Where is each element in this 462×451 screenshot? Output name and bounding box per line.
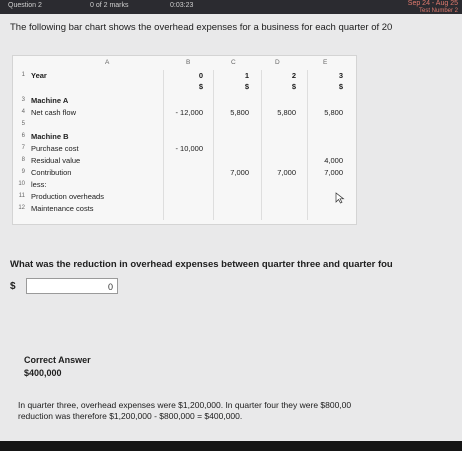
table-row: 12 Maintenance costs — [13, 203, 356, 215]
date-range: Sep 24 - Aug 25 — [407, 0, 458, 7]
table-row: $ $ $ $ — [13, 81, 356, 93]
table-row: 6 Machine B — [13, 131, 356, 143]
table-cell: 5,800 — [277, 108, 296, 117]
table-cell: 4,000 — [324, 156, 343, 165]
table-cell: $ — [198, 82, 203, 91]
table-cell: 7,000 — [230, 168, 249, 177]
marks-indicator: 0 of 2 marks — [90, 2, 129, 9]
row-label: Residual value — [31, 156, 81, 165]
timer: 0:03:23 — [170, 2, 194, 9]
row-label: Net cash flow — [31, 108, 77, 117]
correct-answer-value: $400,000 — [24, 368, 62, 378]
question-indicator: Question 2 — [8, 2, 42, 9]
column-header-a: A — [105, 59, 110, 66]
explanation-line: In quarter three, overhead expenses were… — [18, 400, 352, 410]
spreadsheet-table: A B C D E 1 Year 0 1 2 3 $ $ $ $ 3 Machi… — [12, 55, 357, 225]
table-cell: 7,000 — [324, 168, 343, 177]
table-row: 7 Purchase cost - 10,000 — [13, 143, 356, 155]
top-bar: Question 2 0 of 2 marks 0:03:23 Sep 24 -… — [0, 0, 462, 14]
table-cell: 1 — [244, 71, 249, 80]
currency-symbol: $ — [10, 281, 16, 292]
row-label: Machine B — [31, 132, 69, 141]
table-cell: 0 — [198, 71, 203, 80]
row-label: Maintenance costs — [31, 204, 94, 213]
table-row: 3 Machine A — [13, 95, 356, 107]
correct-answer-box: Correct Answer $400,000 — [24, 355, 91, 378]
mouse-pointer-icon — [335, 192, 345, 204]
row-number: 11 — [18, 193, 25, 199]
row-label: Year — [31, 71, 47, 80]
table-cell: - 10,000 — [175, 144, 203, 153]
table-cell: 3 — [338, 71, 343, 80]
table-row: 5 — [13, 119, 356, 131]
row-number: 1 — [21, 72, 25, 78]
table-cell: 5,800 — [324, 108, 343, 117]
column-header-d: D — [275, 59, 280, 66]
row-number: 12 — [18, 205, 25, 211]
answer-input[interactable] — [26, 278, 118, 294]
row-label: Machine A — [31, 96, 69, 105]
test-number: Test Number 2 — [418, 8, 458, 14]
row-number: 6 — [21, 133, 25, 139]
row-number: 10 — [18, 181, 25, 187]
explanation-line: reduction was therefore $1,200,000 - $80… — [18, 411, 243, 421]
row-number: 8 — [21, 157, 25, 163]
table-row: 4 Net cash flow - 12,000 5,800 5,800 5,8… — [13, 107, 356, 119]
correct-answer-title: Correct Answer — [24, 355, 91, 365]
column-header-b: B — [186, 59, 191, 66]
row-number: 3 — [21, 97, 25, 103]
table-row: 10 less: — [13, 179, 356, 191]
table-cell: $ — [244, 82, 249, 91]
table-row: 9 Contribution 7,000 7,000 7,000 — [13, 167, 356, 179]
table-cell: 5,800 — [230, 108, 249, 117]
explanation-text: In quarter three, overhead expenses were… — [18, 400, 462, 422]
row-number: 4 — [21, 109, 25, 115]
column-header-c: C — [231, 59, 236, 66]
row-label: Purchase cost — [31, 144, 79, 153]
table-row: 11 Production overheads — [13, 191, 356, 203]
question-text: What was the reduction in overhead expen… — [10, 259, 393, 270]
row-number: 5 — [21, 121, 25, 127]
table-cell: 7,000 — [277, 168, 296, 177]
row-label: less: — [31, 180, 47, 189]
question-prompt: The following bar chart shows the overhe… — [10, 22, 393, 33]
table-cell: $ — [291, 82, 296, 91]
column-header-e: E — [323, 59, 328, 66]
row-number: 7 — [21, 145, 25, 151]
bottom-bar — [0, 441, 462, 451]
table-cell: $ — [338, 82, 343, 91]
row-label: Contribution — [31, 168, 72, 177]
table-cell: - 12,000 — [175, 108, 203, 117]
table-row: 8 Residual value 4,000 — [13, 155, 356, 167]
row-label: Production overheads — [31, 192, 104, 201]
row-number: 9 — [21, 169, 25, 175]
table-cell: 2 — [291, 71, 296, 80]
